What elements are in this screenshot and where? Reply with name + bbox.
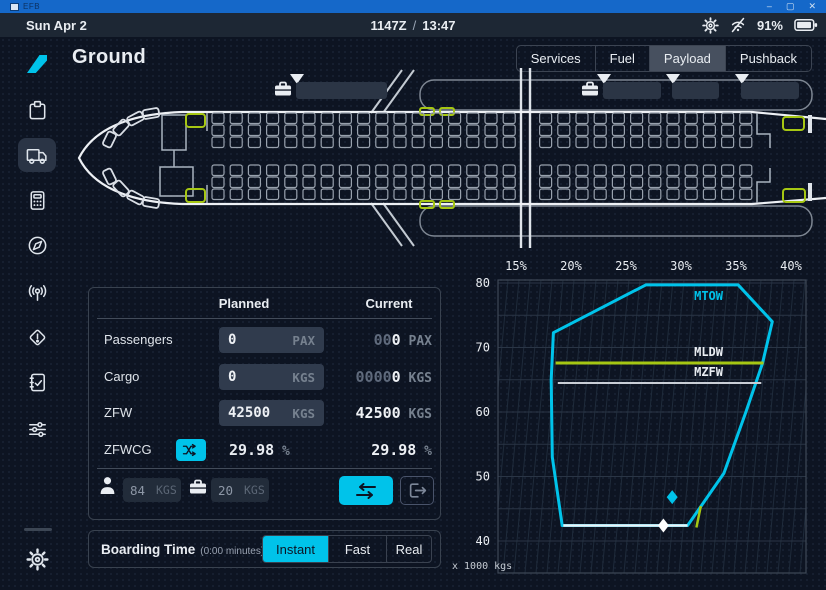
cargo-station-input[interactable] bbox=[603, 82, 661, 99]
calculator-icon bbox=[26, 189, 49, 212]
divider bbox=[97, 468, 432, 469]
checklist-icon bbox=[26, 371, 49, 394]
sidebar-item-ground[interactable] bbox=[18, 138, 56, 172]
fuselage-outline bbox=[79, 112, 826, 204]
sidebar-divider bbox=[24, 528, 52, 531]
svg-text:MLDW: MLDW bbox=[694, 345, 724, 359]
seat-grid[interactable] bbox=[212, 113, 752, 200]
svg-text:20%: 20% bbox=[560, 259, 582, 273]
svg-text:30%: 30% bbox=[670, 259, 692, 273]
zfw-input[interactable] bbox=[228, 405, 284, 421]
sidebar-item-checklists[interactable] bbox=[18, 365, 56, 399]
svg-text:80: 80 bbox=[476, 276, 490, 290]
boarding-panel: Boarding Time(0:00 minutes) Instant Fast… bbox=[88, 530, 441, 568]
svg-text:MTOW: MTOW bbox=[694, 289, 724, 303]
zfwcg-current: 29.98 % bbox=[371, 441, 432, 459]
zfwcg-toggle-button[interactable] bbox=[176, 439, 206, 461]
wing-spar-lines bbox=[521, 68, 530, 248]
sidebar-item-presets[interactable] bbox=[18, 412, 56, 446]
svg-text:x 1000 kgs: x 1000 kgs bbox=[452, 561, 512, 572]
svg-text:40: 40 bbox=[476, 534, 490, 548]
passengers-current: 000 PAX bbox=[374, 331, 432, 349]
sidebar-item-settings[interactable] bbox=[18, 542, 56, 576]
row-label-zfwcg: ZFWCG bbox=[104, 442, 152, 457]
cargo-current: 00000 KGS bbox=[356, 368, 432, 386]
row-label-cargo: Cargo bbox=[104, 369, 139, 384]
column-header-planned: Planned bbox=[219, 296, 270, 311]
sidebar-item-navigation[interactable] bbox=[18, 228, 56, 262]
sidebar-item-failures[interactable] bbox=[18, 320, 56, 354]
minimize-button[interactable]: – bbox=[767, 0, 772, 13]
boarding-option-real[interactable]: Real bbox=[386, 536, 431, 562]
cockpit-windows bbox=[102, 108, 159, 209]
window-title: EFB bbox=[23, 2, 40, 11]
row-label-zfw: ZFW bbox=[104, 405, 132, 420]
divider bbox=[97, 318, 432, 319]
cg-envelope-chart: 15% 20% 25% 30% 35% 40% 80 70 60 50 40 x 1000 kgs MT… bbox=[450, 252, 826, 590]
cargo-station-input[interactable] bbox=[741, 82, 799, 99]
boarding-option-instant[interactable]: Instant bbox=[263, 536, 328, 562]
gear-icon bbox=[26, 548, 49, 571]
efb-window: EFB – ▢ ✕ Sun Apr 2 1147Z/13:47 91% bbox=[0, 0, 826, 590]
pax-weight-input[interactable] bbox=[130, 483, 150, 498]
swap-arrows-icon bbox=[353, 483, 379, 499]
svg-text:MZFW: MZFW bbox=[694, 365, 724, 379]
boarding-time-options: Instant Fast Real bbox=[262, 535, 432, 563]
warning-diamond-icon bbox=[26, 326, 49, 349]
close-button[interactable]: ✕ bbox=[808, 0, 816, 13]
payload-panel: Planned Current Passengers PAX 000 PAX C… bbox=[88, 287, 441, 520]
sidebar-item-dashboard[interactable] bbox=[18, 93, 56, 127]
exit-icon bbox=[407, 481, 427, 500]
pax-weight-box: KGS bbox=[123, 478, 181, 502]
column-header-current: Current bbox=[366, 296, 413, 311]
svg-text:50: 50 bbox=[476, 470, 490, 484]
svg-text:60: 60 bbox=[476, 405, 490, 419]
boarding-time-label: Boarding Time(0:00 minutes) bbox=[101, 542, 264, 557]
sliders-icon bbox=[26, 418, 49, 441]
antenna-icon bbox=[26, 281, 49, 304]
shuffle-icon bbox=[182, 443, 200, 457]
cargo-station-input[interactable] bbox=[296, 82, 387, 99]
brand-logo bbox=[25, 53, 49, 75]
window-app-icon bbox=[10, 3, 19, 11]
compass-icon bbox=[26, 234, 49, 257]
passengers-input[interactable] bbox=[228, 332, 284, 348]
deboard-button[interactable] bbox=[400, 476, 434, 505]
clipboard-icon bbox=[26, 99, 49, 122]
person-icon bbox=[99, 476, 116, 495]
tail-bulkheads bbox=[808, 115, 812, 201]
bag-weight-box: KGS bbox=[211, 478, 269, 502]
zfw-input-box: KGS bbox=[219, 400, 324, 426]
board-transfer-button[interactable] bbox=[339, 476, 393, 505]
bag-weight-input[interactable] bbox=[218, 483, 238, 498]
passengers-input-box: PAX bbox=[219, 327, 324, 353]
maximize-button[interactable]: ▢ bbox=[786, 0, 795, 13]
cargo-input[interactable] bbox=[228, 369, 284, 385]
row-label-passengers: Passengers bbox=[104, 332, 173, 347]
briefcase-icon bbox=[189, 479, 207, 495]
statusbar-clock: 1147Z/13:47 bbox=[0, 18, 826, 33]
zfwcg-planned: 29.98 % bbox=[229, 441, 290, 459]
efb-app: Ground Services Fuel Payload Pushback bbox=[0, 37, 826, 590]
os-titlebar: EFB – ▢ ✕ bbox=[0, 0, 826, 13]
sidebar-item-performance[interactable] bbox=[18, 183, 56, 217]
svg-text:15%: 15% bbox=[505, 259, 527, 273]
svg-text:40%: 40% bbox=[780, 259, 802, 273]
sidebar-item-atc[interactable] bbox=[18, 275, 56, 309]
boarding-option-fast[interactable]: Fast bbox=[328, 536, 386, 562]
truck-icon bbox=[25, 144, 50, 166]
svg-text:70: 70 bbox=[476, 341, 490, 355]
svg-text:35%: 35% bbox=[725, 259, 747, 273]
statusbar: Sun Apr 2 1147Z/13:47 91% bbox=[0, 13, 826, 37]
zfw-current: 42500 KGS bbox=[356, 404, 432, 422]
cargo-input-box: KGS bbox=[219, 364, 324, 390]
cargo-station-input[interactable] bbox=[672, 82, 719, 99]
svg-text:25%: 25% bbox=[615, 259, 637, 273]
boarding-time-sublabel: (0:00 minutes) bbox=[200, 546, 264, 557]
